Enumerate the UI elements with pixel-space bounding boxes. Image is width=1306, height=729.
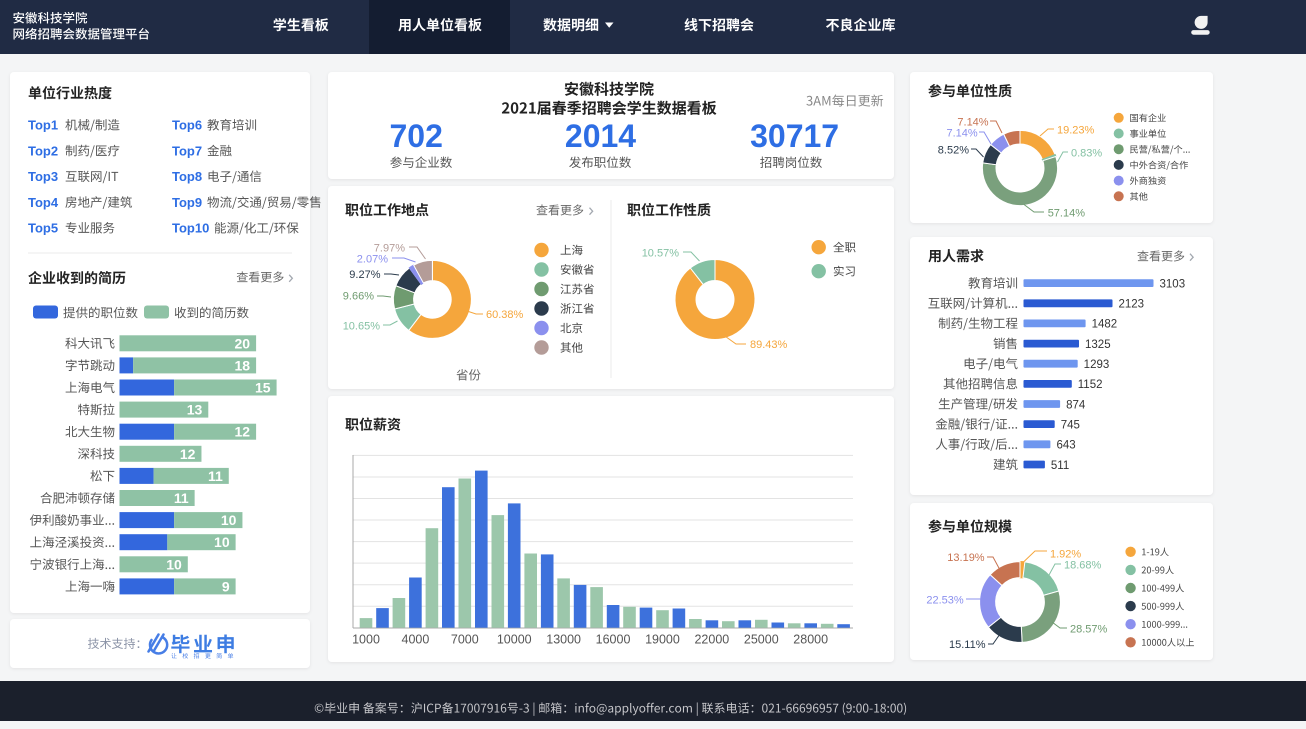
- svg-text:Top8: Top8: [172, 169, 202, 184]
- svg-text:11: 11: [174, 490, 189, 506]
- svg-text:10.57%: 10.57%: [642, 248, 680, 260]
- svg-text:2123: 2123: [1118, 299, 1144, 311]
- svg-text:25000: 25000: [744, 633, 779, 647]
- svg-text:13.19%: 13.19%: [947, 552, 985, 564]
- svg-text:11: 11: [208, 468, 223, 484]
- svg-text:10000: 10000: [497, 633, 532, 647]
- svg-text:Top6: Top6: [172, 118, 202, 133]
- svg-text:7.14%: 7.14%: [946, 128, 977, 140]
- svg-text:643: 643: [1056, 440, 1075, 452]
- svg-text:12: 12: [180, 446, 196, 462]
- svg-text:15: 15: [255, 380, 271, 396]
- svg-text:Top10: Top10: [172, 221, 209, 236]
- svg-text:Top1: Top1: [28, 118, 58, 133]
- svg-text:745: 745: [1061, 419, 1080, 431]
- svg-text:7000: 7000: [451, 633, 479, 647]
- svg-text:3103: 3103: [1160, 278, 1186, 290]
- svg-text:10: 10: [221, 512, 237, 528]
- svg-text:1000: 1000: [352, 633, 380, 647]
- svg-text:Top7: Top7: [172, 143, 202, 158]
- svg-text:1152: 1152: [1078, 379, 1103, 391]
- svg-text:7.14%: 7.14%: [957, 117, 988, 129]
- svg-text:Top3: Top3: [28, 169, 58, 184]
- svg-text:1293: 1293: [1084, 359, 1110, 371]
- svg-text:10.65%: 10.65%: [343, 321, 381, 333]
- svg-text:15.11%: 15.11%: [949, 639, 986, 651]
- svg-text:18: 18: [235, 357, 251, 373]
- svg-text:Top4: Top4: [28, 195, 59, 210]
- svg-text:28.57%: 28.57%: [1070, 624, 1108, 636]
- svg-text:511: 511: [1051, 460, 1069, 472]
- svg-text:2.07%: 2.07%: [357, 254, 388, 266]
- svg-text:19000: 19000: [645, 633, 680, 647]
- svg-text:13000: 13000: [546, 633, 581, 647]
- svg-text:18.68%: 18.68%: [1064, 560, 1102, 572]
- svg-text:19.23%: 19.23%: [1057, 125, 1095, 137]
- svg-text:1482: 1482: [1092, 319, 1118, 331]
- svg-text:8.52%: 8.52%: [938, 145, 969, 157]
- svg-text:9: 9: [222, 578, 230, 594]
- svg-text:13: 13: [187, 402, 203, 418]
- svg-text:4000: 4000: [402, 633, 430, 647]
- svg-text:2014: 2014: [565, 118, 636, 154]
- svg-text:57.14%: 57.14%: [1048, 208, 1086, 220]
- svg-text:28000: 28000: [793, 633, 828, 647]
- svg-text:874: 874: [1066, 399, 1086, 411]
- svg-text:9.27%: 9.27%: [349, 269, 380, 281]
- svg-text:89.43%: 89.43%: [750, 339, 788, 351]
- svg-text:9.66%: 9.66%: [343, 291, 374, 303]
- svg-text:30717: 30717: [750, 118, 839, 154]
- svg-text:22.53%: 22.53%: [926, 595, 964, 607]
- svg-text:20: 20: [235, 335, 251, 351]
- svg-text:10: 10: [166, 556, 182, 572]
- svg-text:60.38%: 60.38%: [486, 309, 524, 321]
- svg-text:12: 12: [235, 424, 251, 440]
- svg-text:1325: 1325: [1085, 339, 1111, 351]
- svg-text:Top2: Top2: [28, 143, 58, 158]
- svg-text:0.83%: 0.83%: [1071, 148, 1102, 160]
- svg-text:22000: 22000: [694, 633, 729, 647]
- svg-text:Top5: Top5: [28, 221, 58, 236]
- svg-text:7.97%: 7.97%: [374, 243, 405, 255]
- svg-text:16000: 16000: [596, 633, 631, 647]
- svg-text:702: 702: [390, 118, 443, 154]
- svg-text:Top9: Top9: [172, 195, 202, 210]
- svg-text:10: 10: [214, 534, 230, 550]
